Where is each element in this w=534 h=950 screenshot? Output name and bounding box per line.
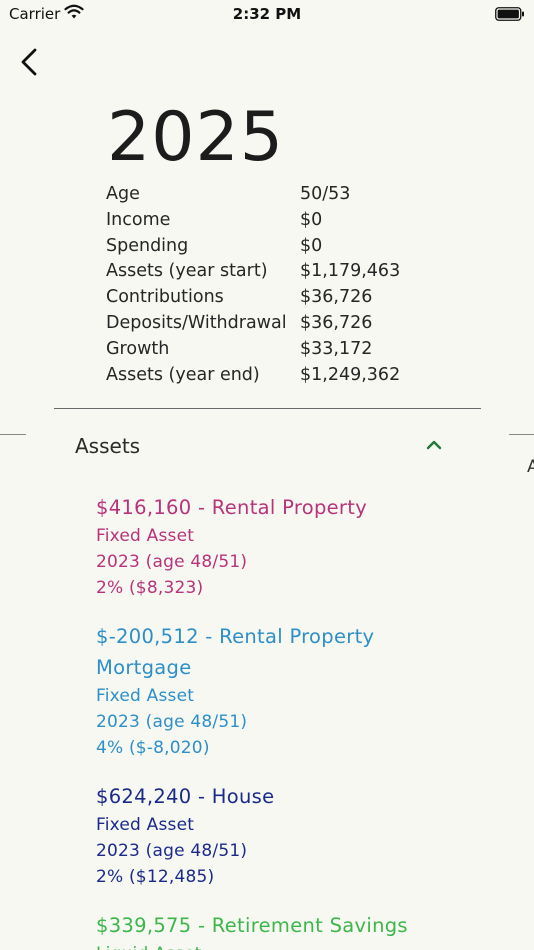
assets-section-header[interactable]: Assets xyxy=(75,434,140,458)
chevron-up-icon[interactable] xyxy=(425,437,443,457)
next-page-divider xyxy=(509,434,534,435)
asset-title: $339,575 - Retirement Savings xyxy=(96,914,408,937)
summary-value: $36,726 xyxy=(300,312,373,333)
asset-type: Fixed Asset xyxy=(96,686,195,706)
summary-row-spending: Spending $0 xyxy=(106,234,426,260)
back-button[interactable] xyxy=(14,44,48,80)
asset-type: Fixed Asset xyxy=(96,815,195,835)
asset-start: 2023 (age 48/51) xyxy=(96,712,248,732)
next-page-peek: A xyxy=(527,457,534,477)
asset-growth: 2% ($8,323) xyxy=(96,578,204,598)
summary-label: Growth xyxy=(106,338,170,359)
status-bar: Carrier 2:32 PM xyxy=(0,0,534,28)
status-time: 2:32 PM xyxy=(232,5,302,23)
summary-row-age: Age 50/53 xyxy=(106,182,426,208)
summary-label: Income xyxy=(106,209,171,230)
summary-value: $1,179,463 xyxy=(300,261,401,282)
summary-row-assets-start: Assets (year start) $1,179,463 xyxy=(106,259,426,285)
asset-growth: 4% ($-8,020) xyxy=(96,738,210,758)
summary-value: 50/53 xyxy=(300,184,351,204)
summary-row-growth: Growth $33,172 xyxy=(106,337,426,363)
asset-start: 2023 (age 48/51) xyxy=(96,552,248,572)
asset-item-rental-mortgage[interactable]: $-200,512 - Rental Property Mortgage Fix… xyxy=(96,621,374,761)
year-summary: Age 50/53 Income $0 Spending $0 Assets (… xyxy=(106,182,426,388)
asset-title: $624,240 - House xyxy=(96,785,275,808)
asset-title: $416,160 - Rental Property xyxy=(96,496,368,519)
asset-start: 2023 (age 48/51) xyxy=(96,841,248,861)
summary-label: Assets (year start) xyxy=(106,261,268,282)
battery-icon xyxy=(495,6,525,25)
summary-label: Age xyxy=(106,184,140,204)
summary-row-deposits: Deposits/Withdrawal $36,726 xyxy=(106,311,426,337)
chevron-left-icon xyxy=(21,48,37,76)
summary-row-contributions: Contributions $36,726 xyxy=(106,285,426,311)
asset-item-rental-property[interactable]: $416,160 - Rental Property Fixed Asset 2… xyxy=(96,492,367,601)
asset-type: Liquid Asset xyxy=(96,941,408,950)
summary-value: $33,172 xyxy=(300,338,373,359)
asset-title-continued: Mortgage xyxy=(96,656,192,679)
summary-value: $0 xyxy=(300,235,323,256)
asset-growth: 2% ($12,485) xyxy=(96,867,215,887)
summary-divider xyxy=(54,408,481,409)
summary-label: Contributions xyxy=(106,287,224,308)
summary-row-income: Income $0 xyxy=(106,208,426,234)
asset-item-house[interactable]: $624,240 - House Fixed Asset 2023 (age 4… xyxy=(96,781,274,890)
summary-value: $36,726 xyxy=(300,287,373,308)
previous-page-divider xyxy=(0,434,26,435)
asset-type: Fixed Asset xyxy=(96,526,195,546)
year-title: 2025 xyxy=(107,98,285,177)
summary-label: Deposits/Withdrawal xyxy=(106,312,287,333)
summary-value: $1,249,362 xyxy=(300,364,401,385)
asset-title: $-200,512 - Rental Property xyxy=(96,625,375,648)
summary-label: Assets (year end) xyxy=(106,364,260,385)
summary-value: $0 xyxy=(300,209,323,230)
summary-label: Spending xyxy=(106,235,189,256)
asset-item-retirement-savings[interactable]: $339,575 - Retirement Savings Liquid Ass… xyxy=(96,910,408,950)
summary-row-assets-end: Assets (year end) $1,249,362 xyxy=(106,363,426,389)
